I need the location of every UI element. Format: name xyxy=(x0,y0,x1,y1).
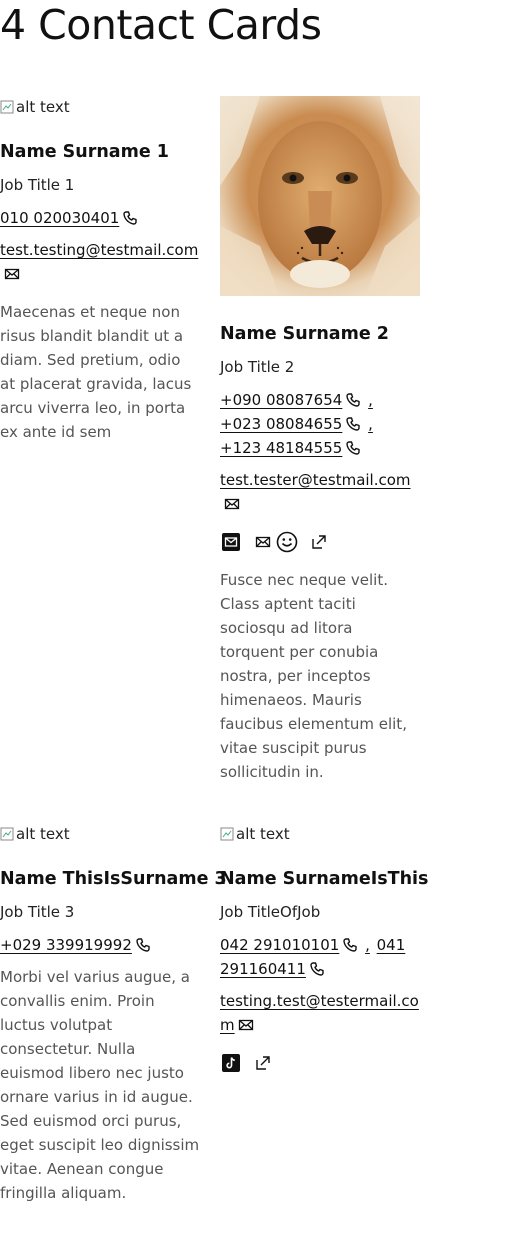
phone-separator: , xyxy=(368,391,373,409)
phone-icon xyxy=(122,210,138,226)
image-alt-text: alt text xyxy=(16,98,70,116)
broken-image-icon xyxy=(0,827,14,841)
job-title: Job Title 1 xyxy=(0,176,75,194)
phone-list: +090 08087654 , +023 08084655 , +123 481… xyxy=(220,388,420,460)
social-links xyxy=(220,530,420,554)
phone-icon xyxy=(342,937,358,953)
phone-list: 042 291010101 , 041 291160411 xyxy=(220,933,420,981)
phone-link[interactable]: +029 339919992 xyxy=(0,936,132,954)
phone-link[interactable]: +090 08087654 xyxy=(220,391,342,409)
phone-icon xyxy=(309,961,325,977)
contact-name: Name Surname 1 xyxy=(0,142,169,162)
contact-card-1: alt text Name Surname 1 Job Title 1 010 … xyxy=(0,96,200,444)
phone-link[interactable]: 042 291010101 xyxy=(220,936,339,954)
contact-name: Name SurnameIsThis xyxy=(220,869,429,889)
mail-icon xyxy=(224,496,240,512)
broken-image-icon xyxy=(0,100,14,114)
job-title: Job Title 2 xyxy=(220,358,295,376)
phone-icon xyxy=(345,440,361,456)
phone-link[interactable]: +123 48184555 xyxy=(220,439,342,457)
phone-icon xyxy=(345,392,361,408)
contact-image-4: alt text xyxy=(220,823,420,845)
contact-description: Fusce nec neque velit. Class aptent taci… xyxy=(220,571,407,781)
mail-square-icon[interactable] xyxy=(220,531,242,553)
smiley-icon[interactable] xyxy=(276,531,298,553)
phone-icon xyxy=(345,416,361,432)
mail-icon[interactable] xyxy=(252,531,274,553)
mail-icon xyxy=(4,266,20,282)
job-title: Job Title 3 xyxy=(0,903,75,921)
lion-photo xyxy=(220,96,420,296)
email-link[interactable]: test.testing@testmail.com xyxy=(0,241,198,259)
contact-description: Morbi vel varius augue, a convallis enim… xyxy=(0,968,200,1202)
job-title: Job TitleOfJob xyxy=(220,903,321,921)
contact-name: Name ThisIsSurname 3 xyxy=(0,869,227,889)
social-links xyxy=(220,1051,420,1075)
contact-description: Maecenas et neque non risus blandit blan… xyxy=(0,303,192,441)
contact-image-1: alt text xyxy=(0,96,200,118)
external-link-icon[interactable] xyxy=(252,1052,274,1074)
tiktok-icon[interactable] xyxy=(220,1052,242,1074)
image-alt-text: alt text xyxy=(16,825,70,843)
phone-separator: , xyxy=(365,936,370,954)
phone-separator: , xyxy=(368,415,373,433)
page-title: 4 Contact Cards xyxy=(0,1,322,49)
mail-icon xyxy=(238,1017,254,1033)
phone-icon xyxy=(135,937,151,953)
contact-card-2: Name Surname 2 Job Title 2 +090 08087654… xyxy=(220,96,420,784)
phone-link[interactable]: 010 020030401 xyxy=(0,209,119,227)
contact-card-4: alt text Name SurnameIsThis Job TitleOfJ… xyxy=(220,823,429,1075)
contact-name: Name Surname 2 xyxy=(220,324,389,344)
email-link[interactable]: test.tester@testmail.com xyxy=(220,471,411,489)
contact-card-3: alt text Name ThisIsSurname 3 Job Title … xyxy=(0,823,227,1205)
external-link-icon[interactable] xyxy=(308,531,330,553)
broken-image-icon xyxy=(220,827,234,841)
image-alt-text: alt text xyxy=(236,825,290,843)
phone-link[interactable]: +023 08084655 xyxy=(220,415,342,433)
contact-image-3: alt text xyxy=(0,823,200,845)
